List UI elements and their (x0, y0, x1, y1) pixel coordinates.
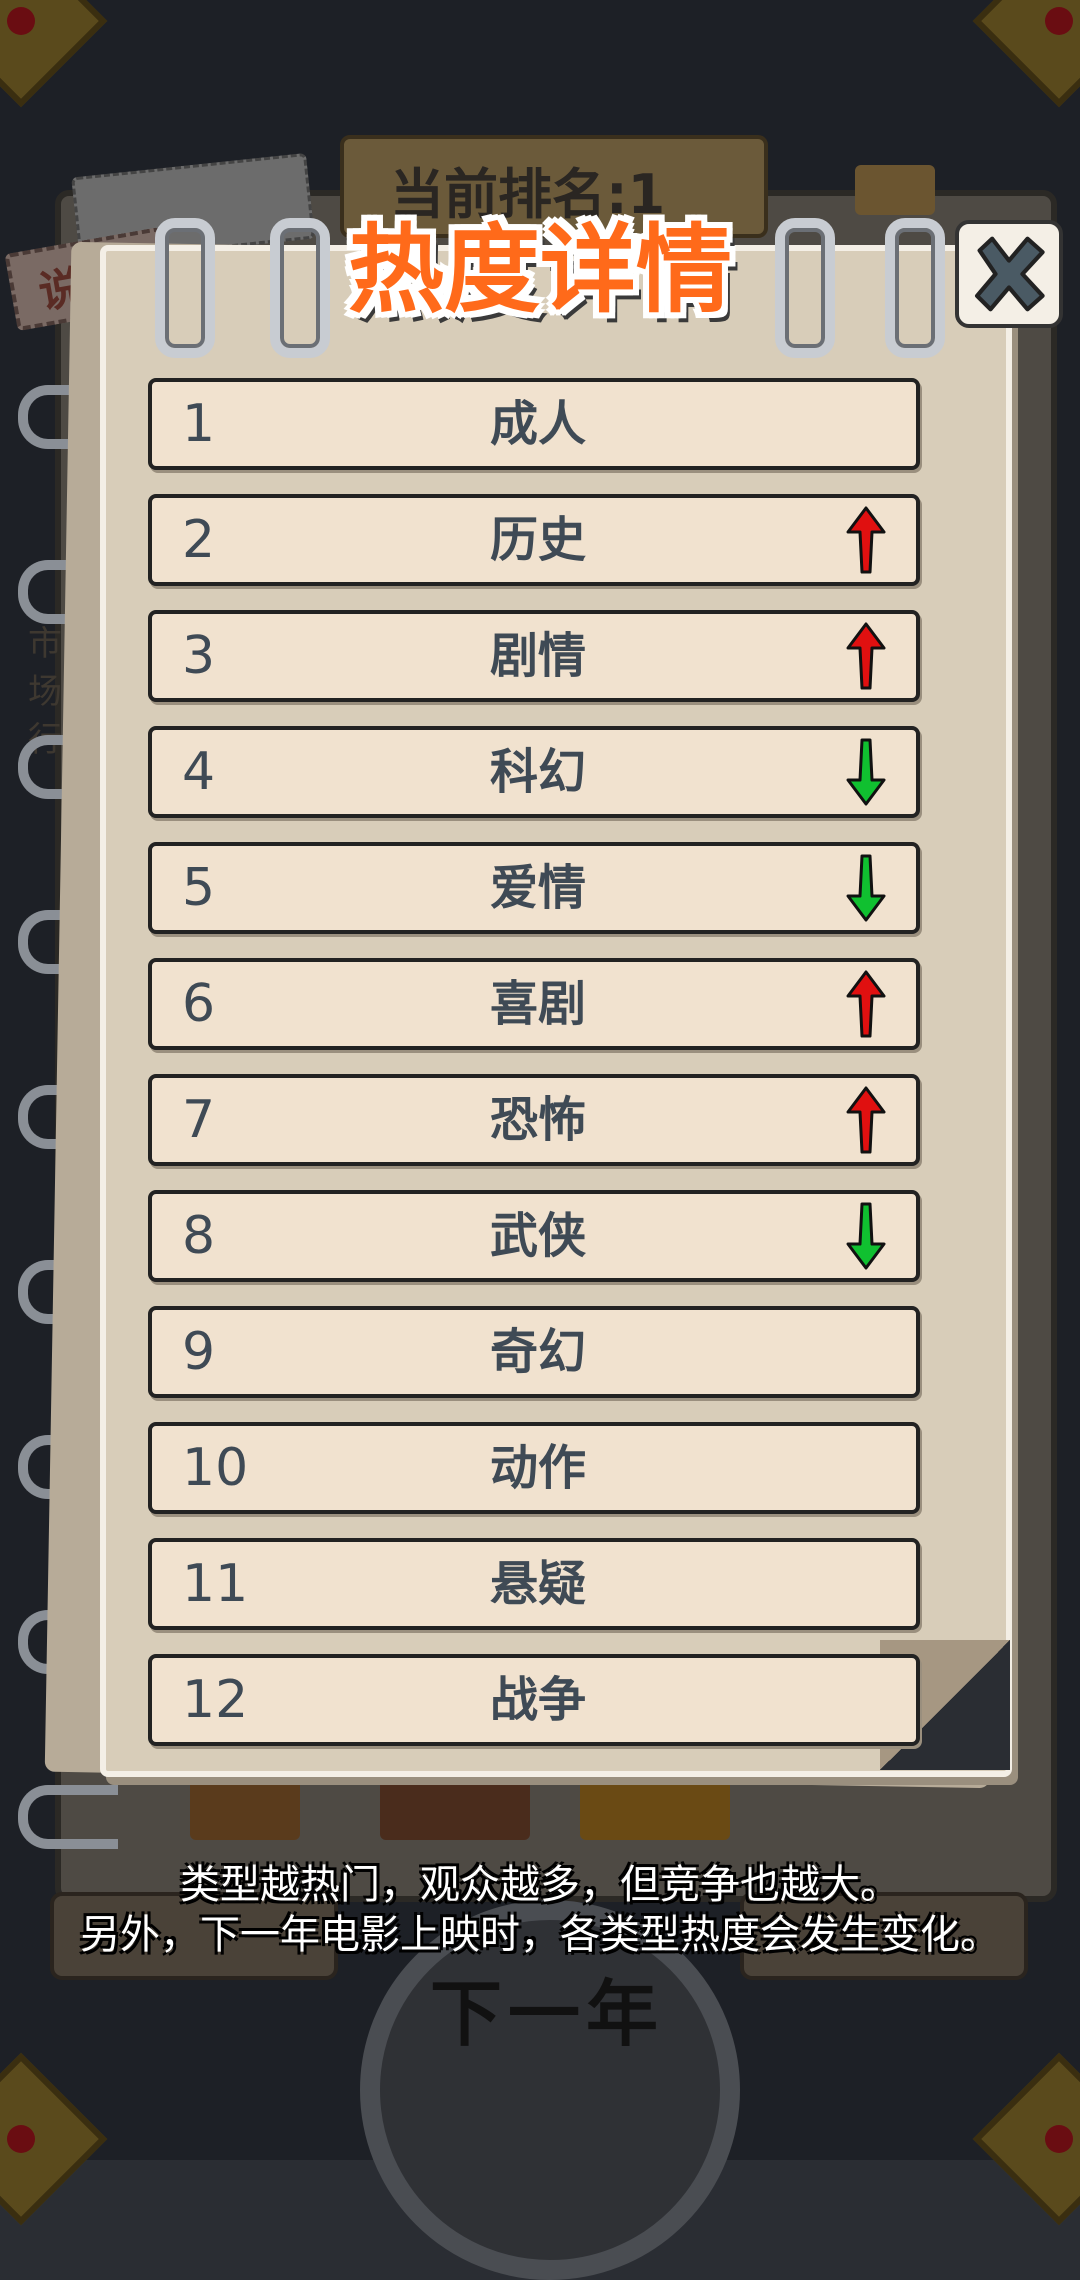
close-button[interactable] (955, 220, 1063, 328)
genre-name: 剧情 (489, 628, 586, 684)
ranking-row: 8 武侠 (148, 1190, 920, 1282)
trend-up-arrow-icon (846, 622, 886, 690)
hint-line-1: 类型越热门，观众越多，但竞争也越大。 (180, 1862, 900, 1908)
ranking-row: 9 奇幻 (148, 1306, 920, 1398)
background-item (580, 1780, 730, 1840)
trend-up-arrow-icon (846, 506, 886, 574)
trend-down-arrow-icon (846, 854, 886, 922)
genre-name: 爱情 (489, 860, 586, 916)
modal-title: 热度详情 (348, 214, 732, 326)
background-item (190, 1780, 300, 1840)
trend-down-arrow-icon (846, 1202, 886, 1270)
hint-text: 类型越热门，观众越多，但竞争也越大。 另外，下一年电影上映时，各类型热度会发生变… (0, 1860, 1080, 1960)
genre-name: 恐怖 (489, 1092, 586, 1148)
next-year-label: 下一年 (430, 1972, 665, 2056)
trend-up-arrow-icon (846, 1086, 886, 1154)
trend-up-arrow-icon (846, 970, 886, 1038)
genre-name: 动作 (489, 1440, 586, 1496)
ranking-row: 12 战争 (148, 1654, 920, 1746)
ranking-row: 6 喜剧 (148, 958, 920, 1050)
genre-name: 历史 (489, 512, 586, 568)
genre-name: 悬疑 (489, 1556, 586, 1612)
genre-name: 成人 (489, 396, 586, 452)
ranking-row: 5 爱情 (148, 842, 920, 934)
ranking-row: 1 成人 (148, 378, 920, 470)
genre-ranking-list: 1 成人 2 历史 3 剧情 4 科幻 5 爱情 6 喜剧 7 恐怖 8 武侠 9 奇幻 10 动作 11 悬疑 12 战争 (148, 378, 920, 1770)
ranking-row: 10 动作 (148, 1422, 920, 1514)
ring-binder-icon (18, 1785, 118, 1849)
ranking-row: 3 剧情 (148, 610, 920, 702)
trend-down-arrow-icon (846, 738, 886, 806)
ranking-row: 7 恐怖 (148, 1074, 920, 1166)
genre-name: 科幻 (489, 744, 586, 800)
hint-line-2: 另外，下一年电影上映时，各类型热度会发生变化。 (80, 1912, 1000, 1958)
genre-name: 喜剧 (489, 976, 586, 1032)
ranking-row: 11 悬疑 (148, 1538, 920, 1630)
ranking-row: 4 科幻 (148, 726, 920, 818)
genre-name: 武侠 (489, 1208, 586, 1264)
close-x-icon (974, 236, 1045, 312)
background-item (380, 1780, 530, 1840)
ranking-row: 2 历史 (148, 494, 920, 586)
genre-name: 奇幻 (489, 1324, 586, 1380)
genre-name: 战争 (489, 1672, 586, 1728)
